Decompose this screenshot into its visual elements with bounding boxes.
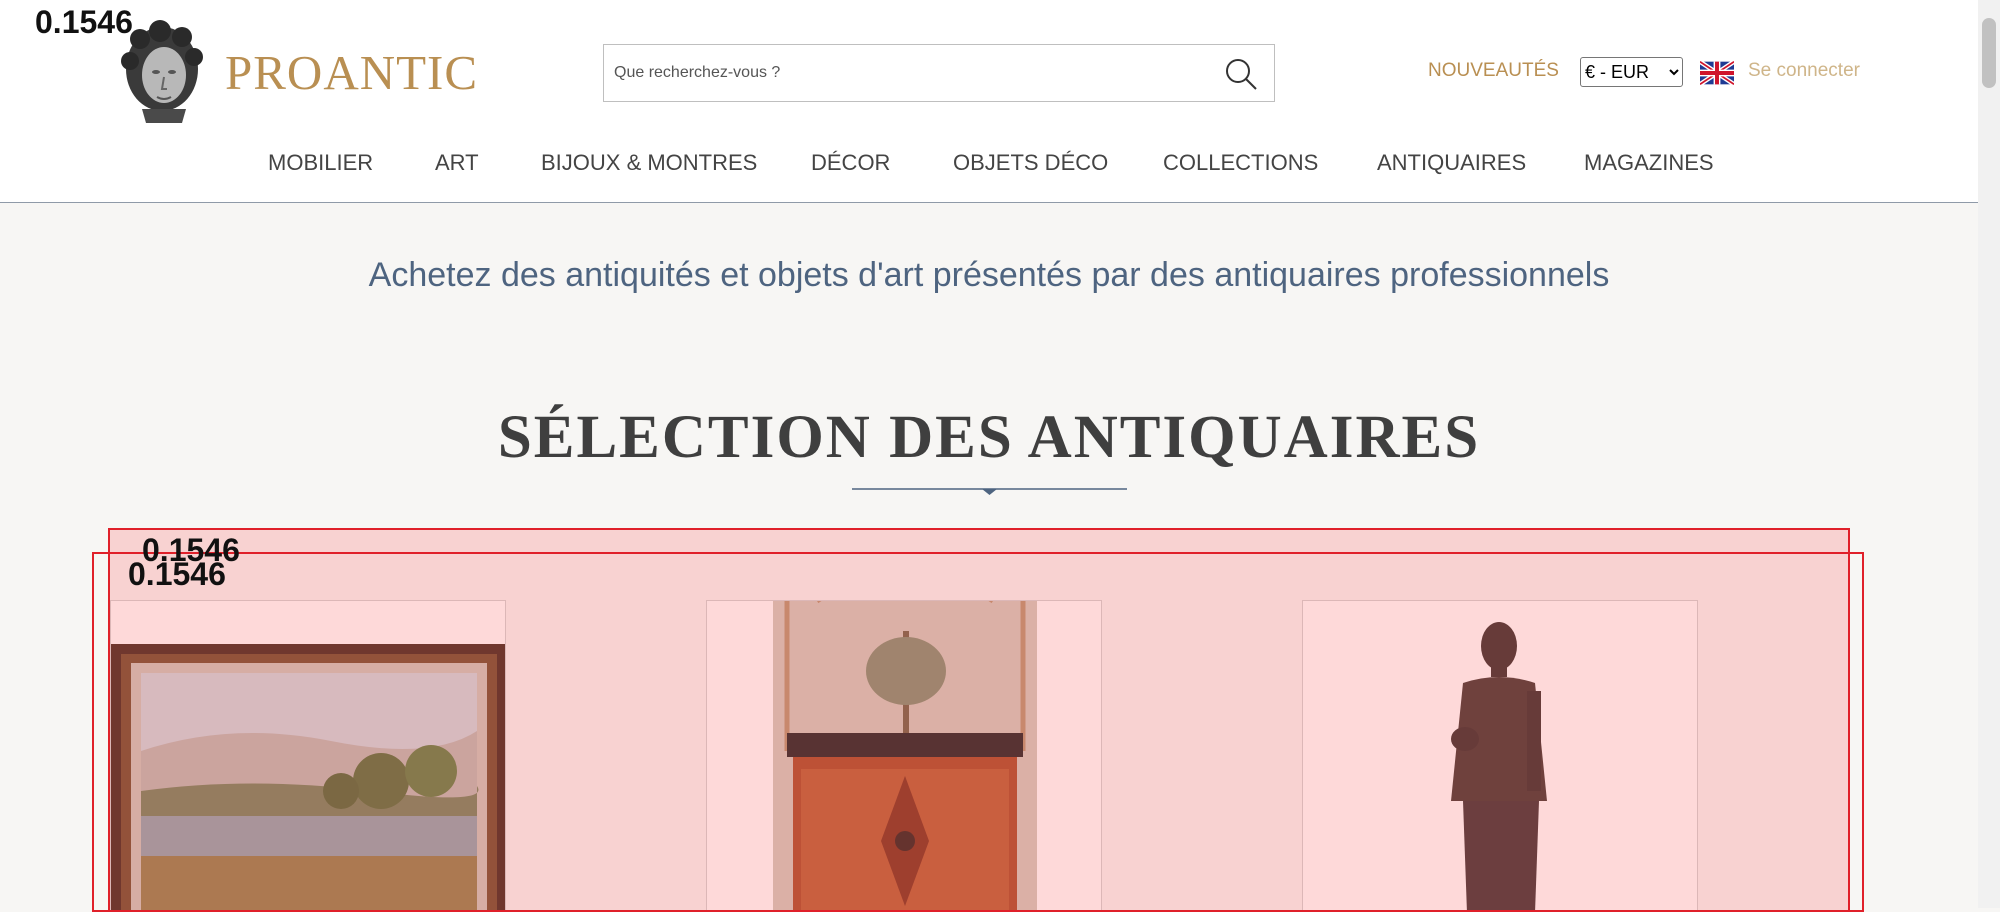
brand-logo-text[interactable]: PROANTIC (225, 44, 478, 101)
currency-select[interactable]: € - EUR (1580, 57, 1683, 87)
nav-item-collections[interactable]: COLLECTIONS (1163, 150, 1318, 176)
main-nav: MOBILIER ART BIJOUX & MONTRES DÉCOR OBJE… (0, 150, 1978, 176)
vertical-scrollbar[interactable] (1978, 0, 2000, 908)
highlight-box-products-outer (92, 552, 1864, 912)
nav-item-bijoux-montres[interactable]: BIJOUX & MONTRES (541, 150, 757, 176)
nav-item-magazines[interactable]: MAGAZINES (1584, 150, 1714, 176)
section-title: SÉLECTION DES ANTIQUAIRES (497, 404, 1481, 471)
nav-item-art[interactable]: ART (435, 150, 479, 176)
nav-item-antiquaires[interactable]: ANTIQUAIRES (1377, 150, 1526, 176)
search-input[interactable] (614, 45, 1204, 101)
nav-item-decor[interactable]: DÉCOR (811, 150, 890, 176)
tagline: Achetez des antiquités et objets d'art p… (368, 256, 1610, 294)
search-icon[interactable] (1224, 57, 1258, 91)
site-header: PROANTIC NOUVEAUTÉS € - EUR Se connecter… (0, 0, 1978, 203)
score-label-outer: 0.1546 (128, 556, 226, 592)
login-link[interactable]: Se connecter (1748, 60, 1860, 82)
scrollbar-thumb[interactable] (1982, 18, 1996, 88)
nav-item-mobilier[interactable]: MOBILIER (268, 150, 373, 176)
divider-diamond-icon (852, 488, 1127, 495)
nav-item-objets-deco[interactable]: OBJETS DÉCO (953, 150, 1108, 176)
uk-flag-icon[interactable] (1700, 60, 1734, 86)
nouveautes-link[interactable]: NOUVEAUTÉS (1428, 60, 1559, 82)
page: PROANTIC NOUVEAUTÉS € - EUR Se connecter… (0, 0, 1978, 912)
search-bar (603, 44, 1275, 102)
score-label-top: 0.1546 (35, 4, 133, 40)
